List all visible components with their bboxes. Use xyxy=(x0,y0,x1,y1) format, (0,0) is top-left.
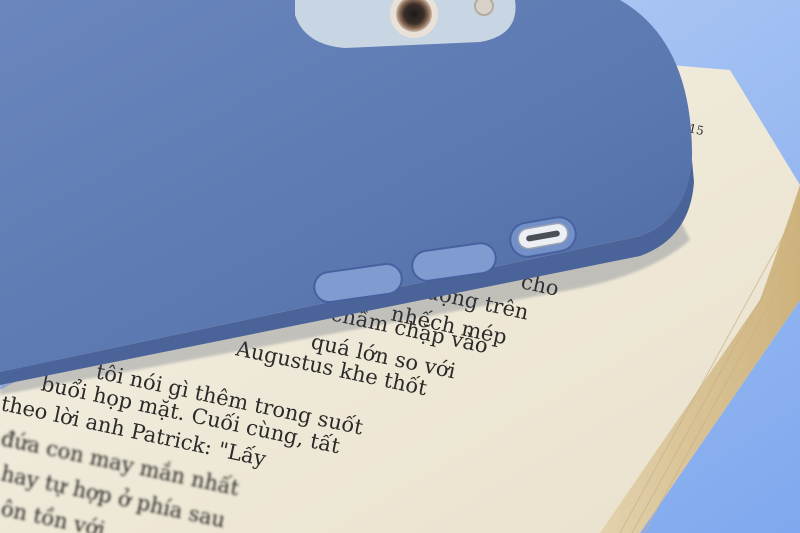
photo-canvas: 15 cho động trên nhếch mép chầm chặp vào… xyxy=(0,0,800,533)
flash-icon xyxy=(474,0,494,16)
product-photo: 15 cho động trên nhếch mép chầm chặp vào… xyxy=(0,0,800,533)
camera-module xyxy=(295,0,516,48)
